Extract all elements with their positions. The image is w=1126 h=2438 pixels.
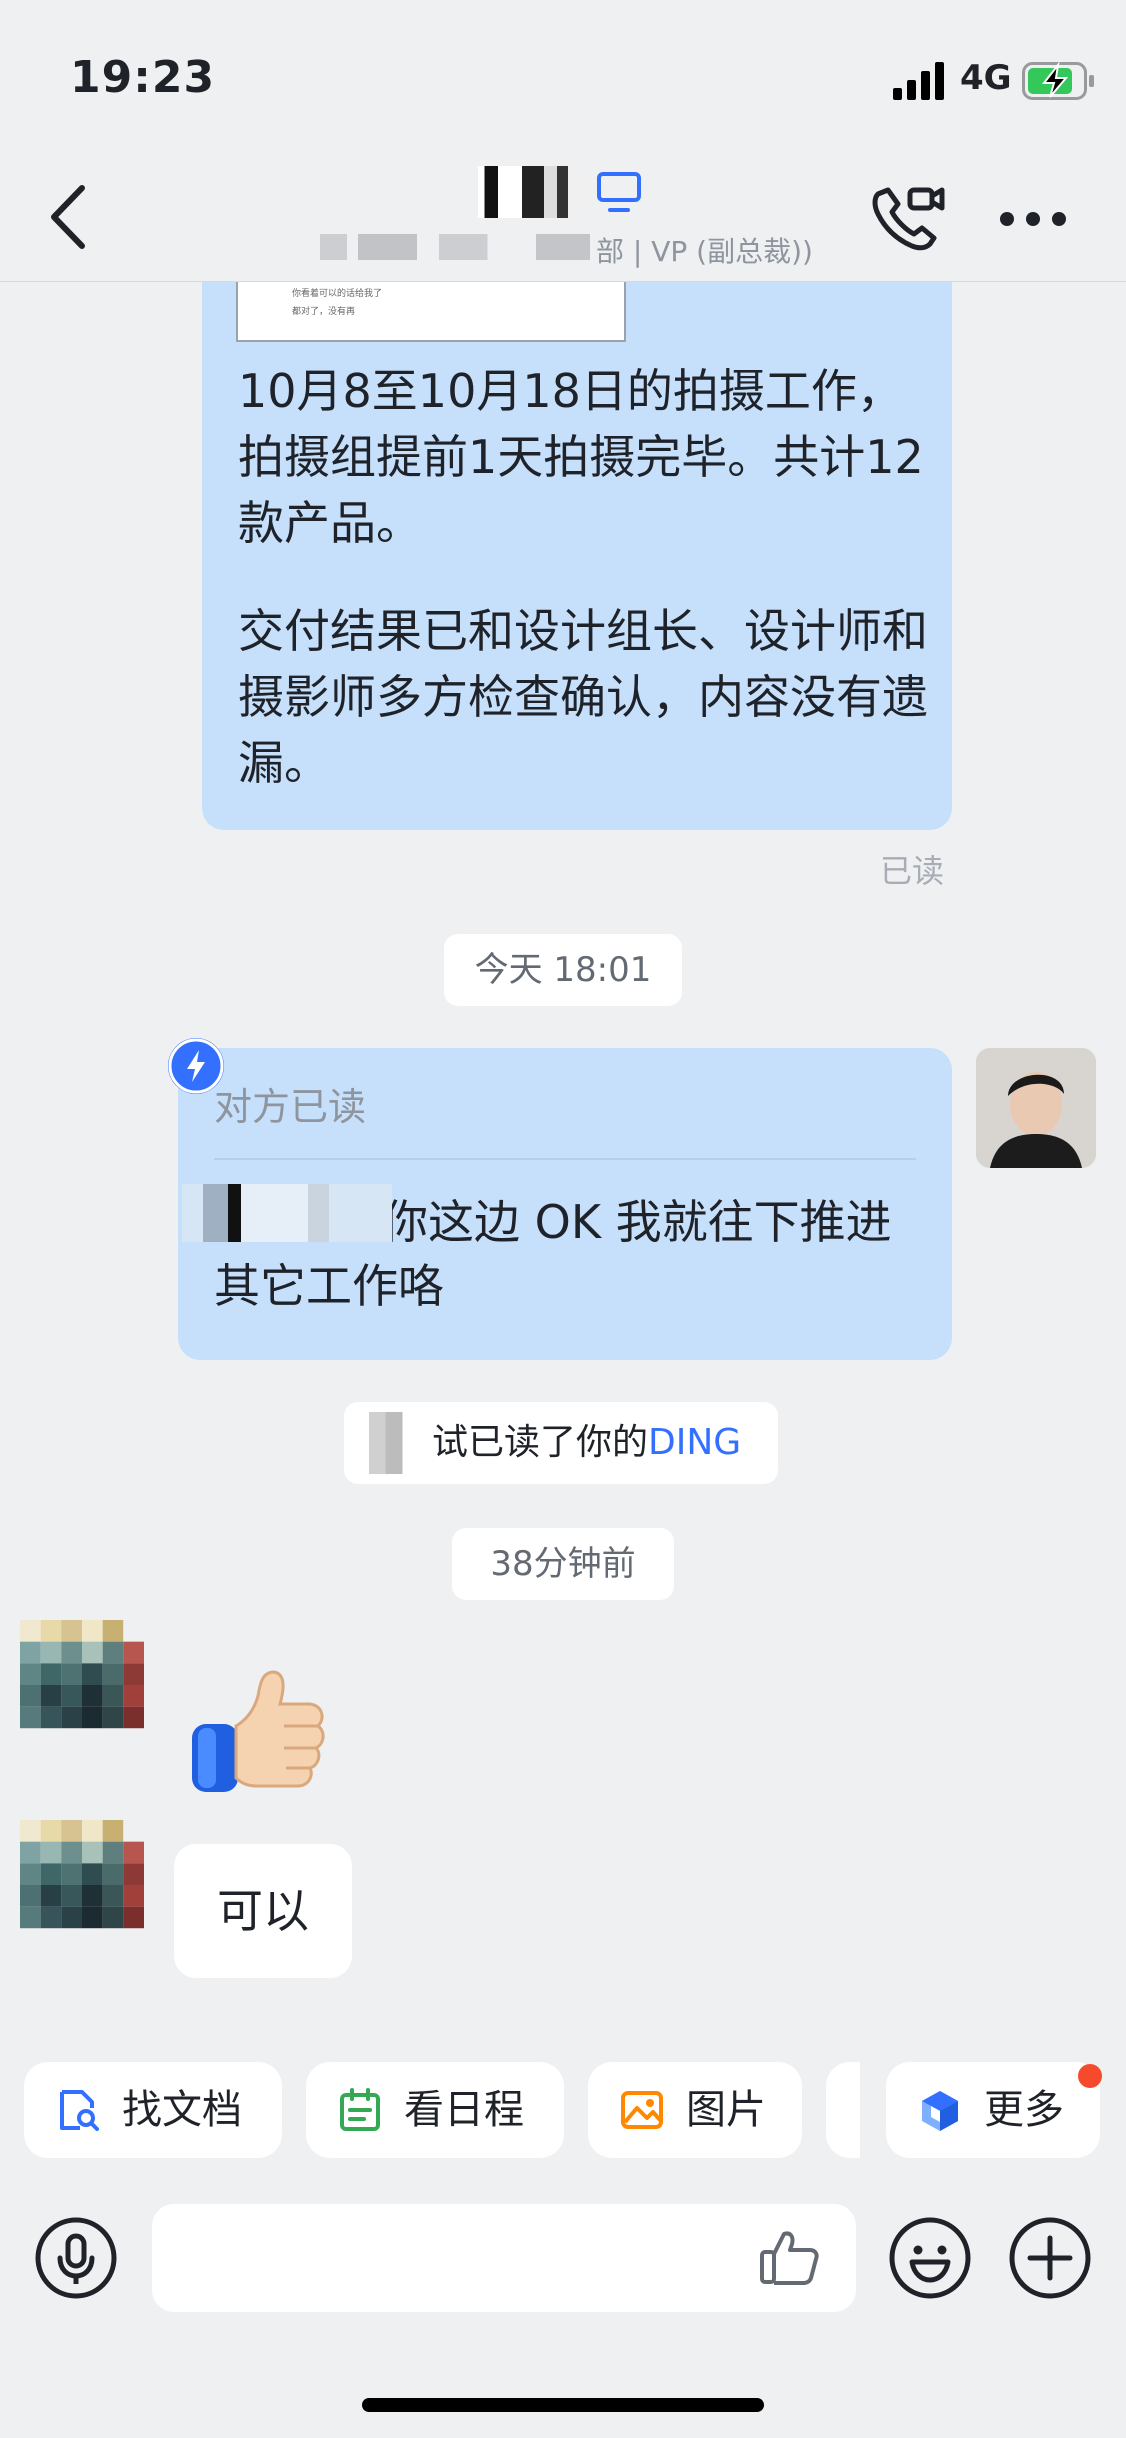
mention-redacted	[182, 1184, 392, 1242]
contact-title: 部 | VP (副总裁))	[596, 235, 813, 268]
calendar-icon	[340, 2088, 380, 2131]
image-attachment-thumbnail[interactable]: 你看着可以的话给我了 都对了，没有再	[236, 282, 626, 342]
contact-name-redacted[interactable]	[478, 166, 588, 218]
battery-charging-icon	[1022, 62, 1094, 100]
find-docs-label: 找文档	[122, 2087, 242, 2133]
avatar-photo	[976, 1048, 1096, 1168]
images-label: 图片	[686, 2087, 766, 2133]
name-redacted	[352, 1412, 436, 1474]
desktop-online-icon	[597, 172, 641, 212]
message-text: 交付结果已和设计组长、设计师和摄影师多方检查确认，内容没有遗漏。	[238, 604, 928, 790]
avatar[interactable]	[20, 1820, 144, 1950]
more-icon[interactable]	[998, 210, 1068, 228]
message-text: 10月8至10月18日的拍摄工作，拍摄组提前1天拍摄完毕。共计12款产品。	[238, 364, 924, 550]
divider	[214, 1158, 916, 1160]
read-status: 已读	[880, 852, 945, 890]
timestamp: 今天 18:01	[444, 934, 682, 1006]
more-apps-icon	[922, 2091, 958, 2131]
plus-icon[interactable]	[1008, 2216, 1092, 2300]
view-calendar-button[interactable]: 看日程	[306, 2062, 564, 2158]
network-type: 4G	[960, 58, 1012, 98]
notification-dot	[1078, 2064, 1102, 2088]
ding-notice-text: 试已读了你的DING	[432, 1402, 741, 1484]
find-docs-button[interactable]: 找文档	[24, 2062, 282, 2158]
subtitle-redacted	[320, 234, 590, 260]
quick-like-icon[interactable]	[758, 2226, 820, 2288]
more-apps-label: 更多	[984, 2087, 1064, 2133]
thumbs-up-sticker[interactable]	[184, 1660, 332, 1796]
doc-search-icon	[60, 2090, 99, 2131]
thumbnail-text: 都对了，没有再	[292, 307, 356, 317]
video-call-icon[interactable]	[868, 184, 946, 254]
images-button[interactable]: 图片	[588, 2062, 802, 2158]
avatar[interactable]	[20, 1620, 144, 1750]
message-bubble-incoming[interactable]: 可以	[174, 1844, 352, 1978]
timestamp: 38分钟前	[452, 1528, 674, 1600]
status-time: 19:23	[70, 52, 216, 103]
view-calendar-label: 看日程	[404, 2087, 524, 2133]
thumbnail-text: 你看着可以的话给我了	[292, 289, 383, 299]
ding-notice-prefix: 试已读了你的	[432, 1422, 649, 1463]
quick-action-partial[interactable]	[826, 2062, 860, 2158]
read-notice: 对方已读	[214, 1085, 367, 1129]
message-input[interactable]	[152, 2204, 856, 2312]
more-apps-button[interactable]: 更多	[886, 2062, 1100, 2158]
voice-input-icon[interactable]	[34, 2216, 118, 2300]
signal-icon	[893, 62, 944, 100]
emoji-icon[interactable]	[888, 2216, 972, 2300]
ding-label[interactable]: DING	[648, 1422, 741, 1463]
avatar[interactable]	[976, 1048, 1096, 1168]
home-indicator[interactable]	[362, 2398, 764, 2412]
back-icon[interactable]	[44, 182, 92, 252]
image-icon	[621, 2091, 663, 2129]
